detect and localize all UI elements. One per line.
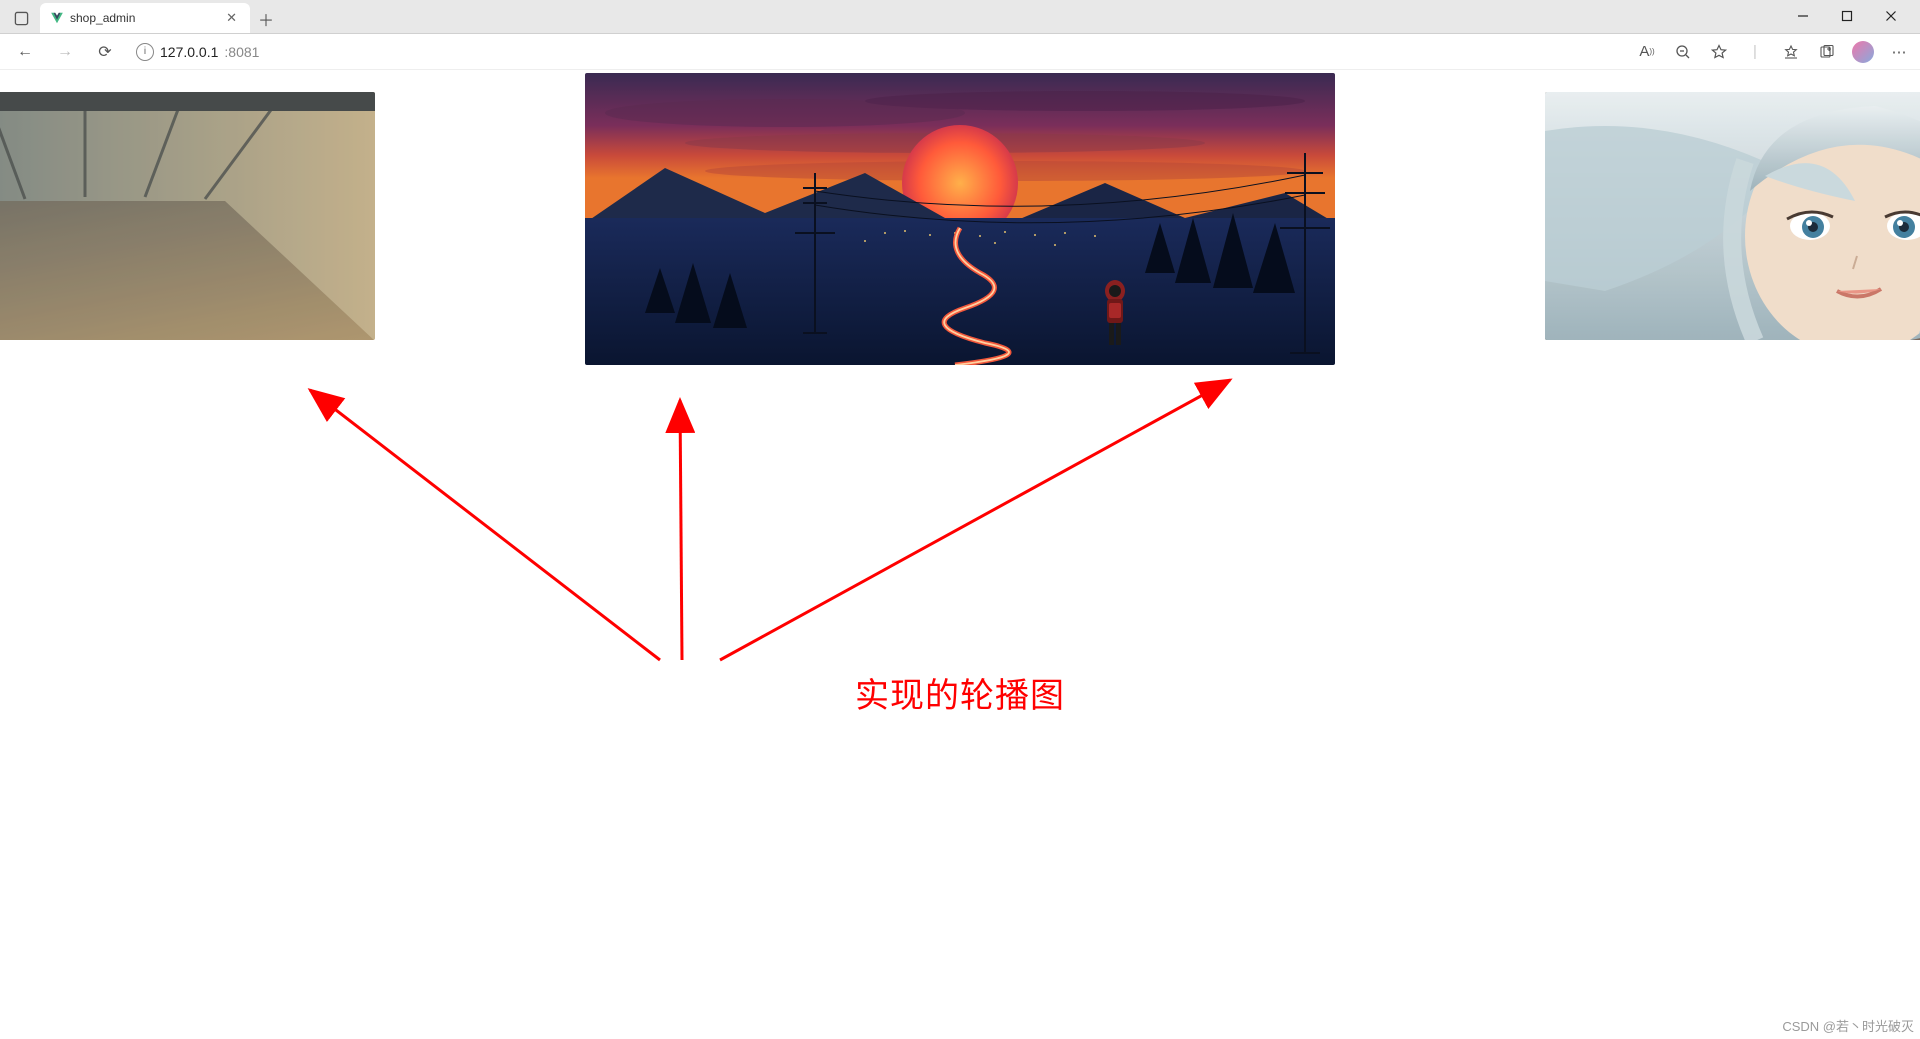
browser-right-icons: A)) | ⋯ — [1636, 41, 1910, 63]
page-content: 实现的轮播图 CSDN @若丶时光破灭 — [0, 70, 1920, 1039]
window-controls — [1780, 9, 1914, 33]
tab-title: shop_admin — [70, 11, 135, 25]
back-button[interactable]: ← — [10, 37, 40, 67]
maximize-button[interactable] — [1834, 9, 1860, 27]
browser-address-bar: ← → ⟳ i 127.0.0.1 :8081 A)) | ⋯ — [0, 34, 1920, 70]
url-input[interactable]: i 127.0.0.1 :8081 — [130, 43, 1626, 61]
annotation-label: 实现的轮播图 — [855, 668, 1065, 717]
carousel-track — [0, 70, 1920, 368]
vue-favicon-icon — [50, 11, 64, 25]
refresh-button[interactable]: ⟳ — [90, 37, 120, 67]
carousel-slide-prev[interactable] — [0, 92, 375, 340]
watermark: CSDN @若丶时光破灭 — [1782, 1016, 1914, 1035]
site-info-icon[interactable]: i — [136, 43, 154, 61]
browser-tab[interactable]: shop_admin ✕ — [40, 3, 250, 33]
forward-button[interactable]: → — [50, 37, 80, 67]
read-aloud-icon[interactable]: A)) — [1636, 41, 1658, 63]
zoom-out-icon[interactable] — [1672, 41, 1694, 63]
collections-icon[interactable] — [1816, 41, 1838, 63]
carousel-slide-active[interactable] — [585, 73, 1335, 365]
favorite-icon[interactable] — [1708, 41, 1730, 63]
tab-overview-button[interactable] — [6, 3, 36, 33]
minimize-button[interactable] — [1790, 9, 1816, 27]
browser-tab-strip: shop_admin ✕ ＋ — [0, 0, 1920, 34]
more-icon[interactable]: ⋯ — [1888, 41, 1910, 63]
carousel[interactable] — [0, 70, 1920, 368]
url-host: 127.0.0.1 — [160, 44, 218, 60]
new-tab-button[interactable]: ＋ — [252, 5, 280, 33]
url-port: :8081 — [224, 44, 259, 60]
close-window-button[interactable] — [1878, 9, 1904, 27]
favorites-bar-icon[interactable] — [1780, 41, 1802, 63]
carousel-slide-next[interactable] — [1545, 92, 1920, 340]
tab-close-button[interactable]: ✕ — [223, 10, 240, 26]
profile-avatar[interactable] — [1852, 41, 1874, 63]
